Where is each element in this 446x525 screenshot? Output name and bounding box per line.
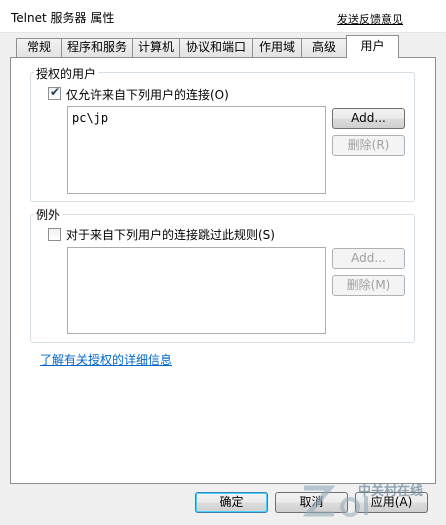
authorized-users-label: 授权的用户 <box>34 65 99 82</box>
tab-protocols-ports[interactable]: 协议和端口 <box>179 38 253 57</box>
feedback-link[interactable]: 发送反馈意见 <box>337 11 403 27</box>
list-item[interactable]: pc\jp <box>72 111 108 125</box>
allow-only-label[interactable]: 仅允许来自下列用户的连接(O) <box>66 86 229 103</box>
watermark-brand-text: 中关村在线 <box>358 484 424 499</box>
window-title: Telnet 服务器 属性 <box>11 11 115 25</box>
authorized-users-list[interactable]: pc\jp <box>67 106 326 194</box>
tab-scope[interactable]: 作用域 <box>252 38 302 57</box>
exceptions-label: 例外 <box>34 206 63 223</box>
skip-rule-label[interactable]: 对于来自下列用户的连接跳过此规则(S) <box>66 226 275 243</box>
authorization-help-link[interactable]: 了解有关授权的详细信息 <box>40 351 172 368</box>
tab-users[interactable]: 用户 <box>346 35 399 58</box>
exceptions-list[interactable] <box>67 247 326 334</box>
tab-general[interactable]: 常规 <box>16 38 62 57</box>
checkmark-icon: ✔ <box>50 85 61 99</box>
allow-only-checkbox[interactable]: ✔ <box>48 85 61 100</box>
cancel-button[interactable]: 取消 <box>275 492 348 513</box>
tab-computers[interactable]: 计算机 <box>132 38 180 57</box>
ok-button[interactable]: 确定 <box>195 492 268 513</box>
add-exception-user-button[interactable]: Add... <box>332 248 405 269</box>
skip-rule-checkbox[interactable] <box>48 228 61 241</box>
tab-programs-services[interactable]: 程序和服务 <box>61 38 133 57</box>
tab-advanced[interactable]: 高级 <box>301 38 347 57</box>
remove-exception-user-button[interactable]: 删除(M) <box>332 275 405 296</box>
add-authorized-user-button[interactable]: Add... <box>332 108 405 129</box>
remove-authorized-user-button[interactable]: 删除(R) <box>332 135 405 156</box>
